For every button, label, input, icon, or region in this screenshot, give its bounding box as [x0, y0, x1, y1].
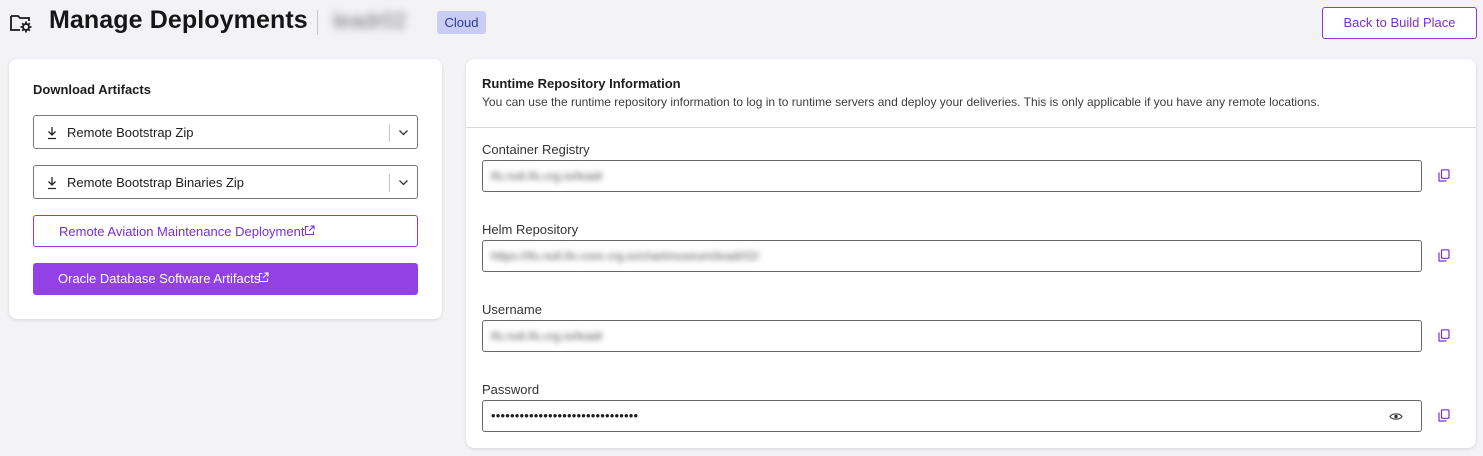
username-field[interactable]: ifs.null.ifs.crg.io/leadr — [482, 320, 1422, 352]
dropdown-separator — [389, 174, 390, 192]
runtime-repository-card: Runtime Repository Information You can u… — [466, 59, 1476, 448]
runtime-repository-description: You can use the runtime repository infor… — [482, 95, 1320, 109]
container-registry-value: ifs.null.ifs.crg.io/leadr — [491, 169, 604, 183]
download-icon — [48, 177, 56, 190]
page-header: Manage Deployments leadr02 Cloud Back to… — [0, 0, 1483, 46]
eye-icon[interactable] — [1389, 411, 1403, 422]
button-label: Remote Aviation Maintenance Deployment — [59, 224, 305, 239]
cloud-badge: Cloud — [437, 11, 486, 34]
download-artifacts-title: Download Artifacts — [33, 82, 151, 97]
remote-bootstrap-binaries-zip-dropdown[interactable]: Remote Bootstrap Binaries Zip — [33, 165, 418, 199]
download-artifacts-card: Download Artifacts Remote Bootstrap Zip … — [9, 59, 442, 319]
oracle-database-software-artifacts-button[interactable]: Oracle Database Software Artifacts — [33, 263, 418, 295]
copy-icon[interactable] — [1438, 329, 1450, 342]
password-field[interactable]: ••••••••••••••••••••••••••••••• — [482, 400, 1422, 432]
external-link-icon — [258, 272, 269, 283]
remote-bootstrap-zip-dropdown[interactable]: Remote Bootstrap Zip — [33, 115, 418, 149]
dropdown-label: Remote Bootstrap Binaries Zip — [67, 175, 245, 190]
helm-repository-label: Helm Repository — [482, 222, 579, 237]
copy-icon[interactable] — [1438, 169, 1450, 182]
remote-aviation-maintenance-deployment-button[interactable]: Remote Aviation Maintenance Deployment — [33, 215, 418, 247]
runtime-repository-title: Runtime Repository Information — [482, 76, 681, 91]
container-registry-label: Container Registry — [482, 142, 590, 157]
container-registry-field[interactable]: ifs.null.ifs.crg.io/leadr — [482, 160, 1422, 192]
title-divider — [317, 10, 318, 35]
username-value: ifs.null.ifs.crg.io/leadr — [491, 329, 604, 343]
password-value: ••••••••••••••••••••••••••••••• — [491, 408, 639, 423]
copy-icon[interactable] — [1438, 249, 1450, 262]
chevron-down-icon[interactable] — [398, 127, 409, 138]
app-name: leadr02 — [333, 8, 407, 33]
copy-icon[interactable] — [1438, 409, 1450, 422]
page-title: Manage Deployments — [49, 6, 308, 34]
external-link-icon — [304, 225, 315, 236]
dropdown-label: Remote Bootstrap Zip — [67, 125, 194, 140]
password-label: Password — [482, 382, 540, 397]
section-divider — [466, 127, 1476, 128]
chevron-down-icon[interactable] — [398, 177, 409, 188]
download-icon — [48, 127, 56, 140]
dropdown-separator — [389, 124, 390, 142]
helm-repository-value: https://ifs.null.ifs-core.crg.io/chartmu… — [491, 249, 760, 263]
folder-gear-icon — [10, 15, 32, 33]
button-label: Oracle Database Software Artifacts — [58, 271, 261, 286]
back-to-build-place-button[interactable]: Back to Build Place — [1322, 7, 1477, 39]
helm-repository-field[interactable]: https://ifs.null.ifs-core.crg.io/chartmu… — [482, 240, 1422, 272]
username-label: Username — [482, 302, 542, 317]
